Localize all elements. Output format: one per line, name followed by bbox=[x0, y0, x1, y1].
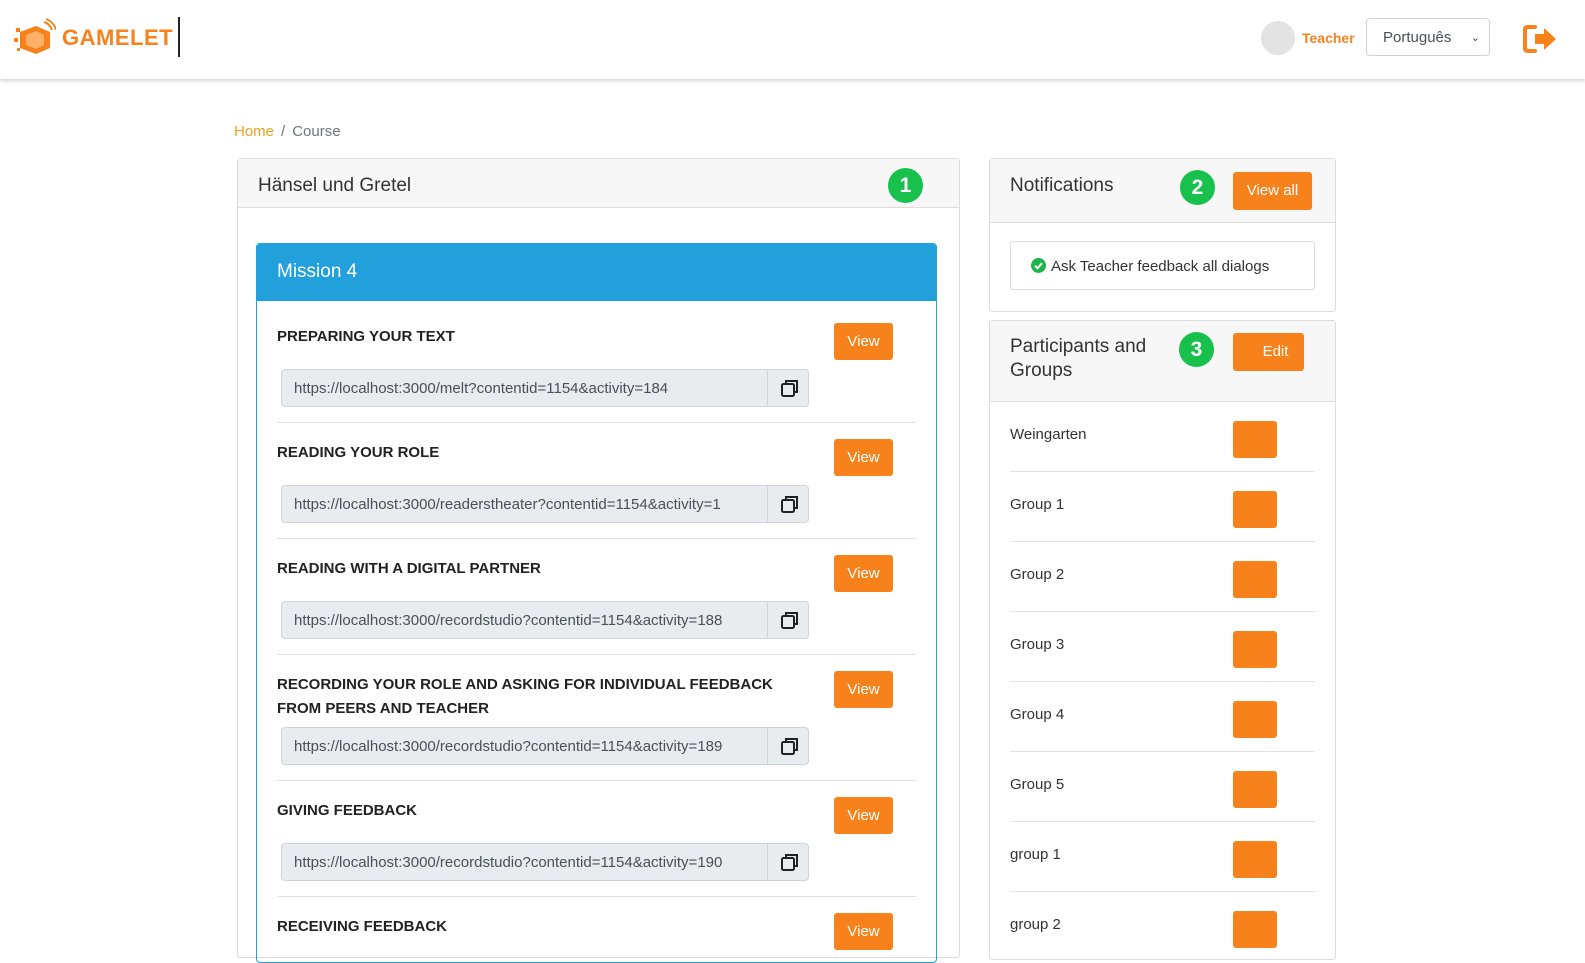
group-row: Group 1 bbox=[1010, 472, 1315, 542]
group-name: group 2 bbox=[1010, 916, 1061, 933]
activity-item: READING YOUR ROLE View https://localhost… bbox=[277, 439, 916, 557]
group-color-swatch[interactable] bbox=[1233, 771, 1277, 808]
brand-name: GAMELET bbox=[62, 25, 174, 50]
breadcrumb: Home / Course bbox=[234, 123, 341, 140]
copy-icon bbox=[781, 380, 798, 397]
activity-item: READING WITH A DIGITAL PARTNER View http… bbox=[277, 555, 916, 673]
breadcrumb-current: Course bbox=[292, 123, 341, 140]
course-title: Hänsel und Gretel bbox=[258, 175, 412, 196]
username-link[interactable]: Teacher bbox=[1302, 30, 1355, 46]
group-row: Group 2 bbox=[1010, 542, 1315, 612]
copy-icon bbox=[781, 496, 798, 513]
notification-text: Ask Teacher feedback all dialogs bbox=[1051, 258, 1270, 275]
group-row: group 1 bbox=[1010, 822, 1315, 892]
activity-view-button[interactable]: View bbox=[834, 797, 893, 834]
activity-url-input[interactable]: https://localhost:3000/recordstudio?cont… bbox=[281, 727, 768, 765]
course-header: Hänsel und Gretel bbox=[238, 159, 959, 208]
activity-title: READING WITH A DIGITAL PARTNER bbox=[277, 560, 541, 577]
course-card: Hänsel und Gretel 1 Mission 4 PREPARING … bbox=[237, 158, 960, 963]
group-row: Group 4 bbox=[1010, 682, 1315, 752]
language-select-value: Português bbox=[1383, 29, 1452, 46]
group-name: Group 3 bbox=[1010, 636, 1065, 653]
step-badge-3: 3 bbox=[1179, 332, 1214, 367]
copy-url-button[interactable] bbox=[768, 485, 809, 523]
activity-title: GIVING FEEDBACK bbox=[277, 802, 418, 819]
activity-divider bbox=[277, 538, 916, 539]
activity-title: RECORDING YOUR ROLE AND ASKING FOR INDIV… bbox=[277, 676, 773, 717]
mission-header: Mission 4 bbox=[257, 244, 936, 301]
activity-view-button[interactable]: View bbox=[834, 555, 893, 592]
participants-title-line1: Participants and bbox=[1010, 336, 1147, 357]
activity-item: RECEIVING FEEDBACK View bbox=[277, 913, 916, 962]
activity-title: PREPARING YOUR TEXT bbox=[277, 328, 455, 345]
mission-title: Mission 4 bbox=[277, 261, 358, 282]
participants-title-line2: Groups bbox=[1010, 360, 1073, 381]
activity-item: GIVING FEEDBACK View https://localhost:3… bbox=[277, 797, 916, 915]
group-name: group 1 bbox=[1010, 846, 1061, 863]
copy-icon bbox=[781, 738, 798, 755]
group-name: Group 1 bbox=[1010, 496, 1065, 513]
view-all-button[interactable]: View all bbox=[1233, 172, 1312, 210]
gamelet-logo-icon bbox=[14, 18, 56, 54]
group-name: Group 2 bbox=[1010, 566, 1065, 583]
activity-view-button[interactable]: View bbox=[834, 671, 893, 708]
activity-item: RECORDING YOUR ROLE AND ASKING FOR INDIV… bbox=[277, 671, 916, 799]
activity-divider bbox=[277, 780, 916, 781]
activity-url-input[interactable]: https://localhost:3000/melt?contentid=11… bbox=[281, 369, 768, 407]
step-badge-1: 1 bbox=[888, 168, 923, 203]
activity-view-button[interactable]: View bbox=[834, 323, 893, 360]
group-name: Weingarten bbox=[1010, 426, 1087, 443]
group-name: Group 4 bbox=[1010, 706, 1065, 723]
breadcrumb-separator: / bbox=[281, 123, 286, 140]
activity-divider bbox=[277, 422, 916, 423]
gamelet-logo[interactable]: GAMELET bbox=[14, 18, 173, 58]
activity-url-input[interactable]: https://localhost:3000/recordstudio?cont… bbox=[281, 601, 768, 639]
group-row: Group 5 bbox=[1010, 752, 1315, 822]
logout-icon[interactable] bbox=[1523, 24, 1557, 54]
activity-title: READING YOUR ROLE bbox=[277, 444, 440, 461]
avatar[interactable] bbox=[1261, 21, 1295, 55]
activity-title: RECEIVING FEEDBACK bbox=[277, 918, 448, 935]
group-color-swatch[interactable] bbox=[1233, 911, 1277, 948]
language-select[interactable]: Português ⌄ bbox=[1366, 18, 1490, 56]
activity-divider bbox=[277, 654, 916, 655]
activity-url-input[interactable]: https://localhost:3000/readerstheater?co… bbox=[281, 485, 768, 523]
group-row: group 2 bbox=[1010, 892, 1315, 962]
breadcrumb-home-link[interactable]: Home bbox=[234, 123, 274, 140]
participants-card: Participants and Groups 3 Edit Weingarte… bbox=[989, 320, 1336, 960]
step-badge-2: 2 bbox=[1180, 170, 1215, 205]
copy-url-button[interactable] bbox=[768, 369, 809, 407]
activity-url-input[interactable]: https://localhost:3000/recordstudio?cont… bbox=[281, 843, 768, 881]
edit-groups-button[interactable]: Edit bbox=[1233, 333, 1304, 371]
copy-icon bbox=[781, 854, 798, 871]
group-color-swatch[interactable] bbox=[1233, 631, 1277, 668]
notification-item[interactable]: Ask Teacher feedback all dialogs bbox=[1010, 241, 1315, 290]
notifications-card: Notifications 2 View all Ask Teacher fee… bbox=[989, 158, 1336, 312]
group-row: Weingarten bbox=[1010, 402, 1315, 472]
group-color-swatch[interactable] bbox=[1233, 561, 1277, 598]
mission-panel: Mission 4 PREPARING YOUR TEXT View https… bbox=[256, 243, 937, 963]
group-name: Group 5 bbox=[1010, 776, 1065, 793]
group-color-swatch[interactable] bbox=[1233, 491, 1277, 528]
activity-view-button[interactable]: View bbox=[834, 913, 893, 950]
group-row: Group 3 bbox=[1010, 612, 1315, 682]
header-divider bbox=[178, 17, 180, 57]
group-color-swatch[interactable] bbox=[1233, 421, 1277, 458]
activity-divider bbox=[277, 896, 916, 897]
group-color-swatch[interactable] bbox=[1233, 841, 1277, 878]
copy-url-button[interactable] bbox=[768, 601, 809, 639]
chevron-down-icon: ⌄ bbox=[1470, 32, 1480, 44]
group-color-swatch[interactable] bbox=[1233, 701, 1277, 738]
copy-url-button[interactable] bbox=[768, 843, 809, 881]
check-circle-icon bbox=[1031, 258, 1046, 273]
top-navbar: GAMELET Teacher Português ⌄ bbox=[0, 0, 1585, 79]
activity-item: PREPARING YOUR TEXT View https://localho… bbox=[277, 323, 916, 441]
activity-view-button[interactable]: View bbox=[834, 439, 893, 476]
notifications-title: Notifications bbox=[1010, 175, 1114, 196]
copy-url-button[interactable] bbox=[768, 727, 809, 765]
copy-icon bbox=[781, 612, 798, 629]
